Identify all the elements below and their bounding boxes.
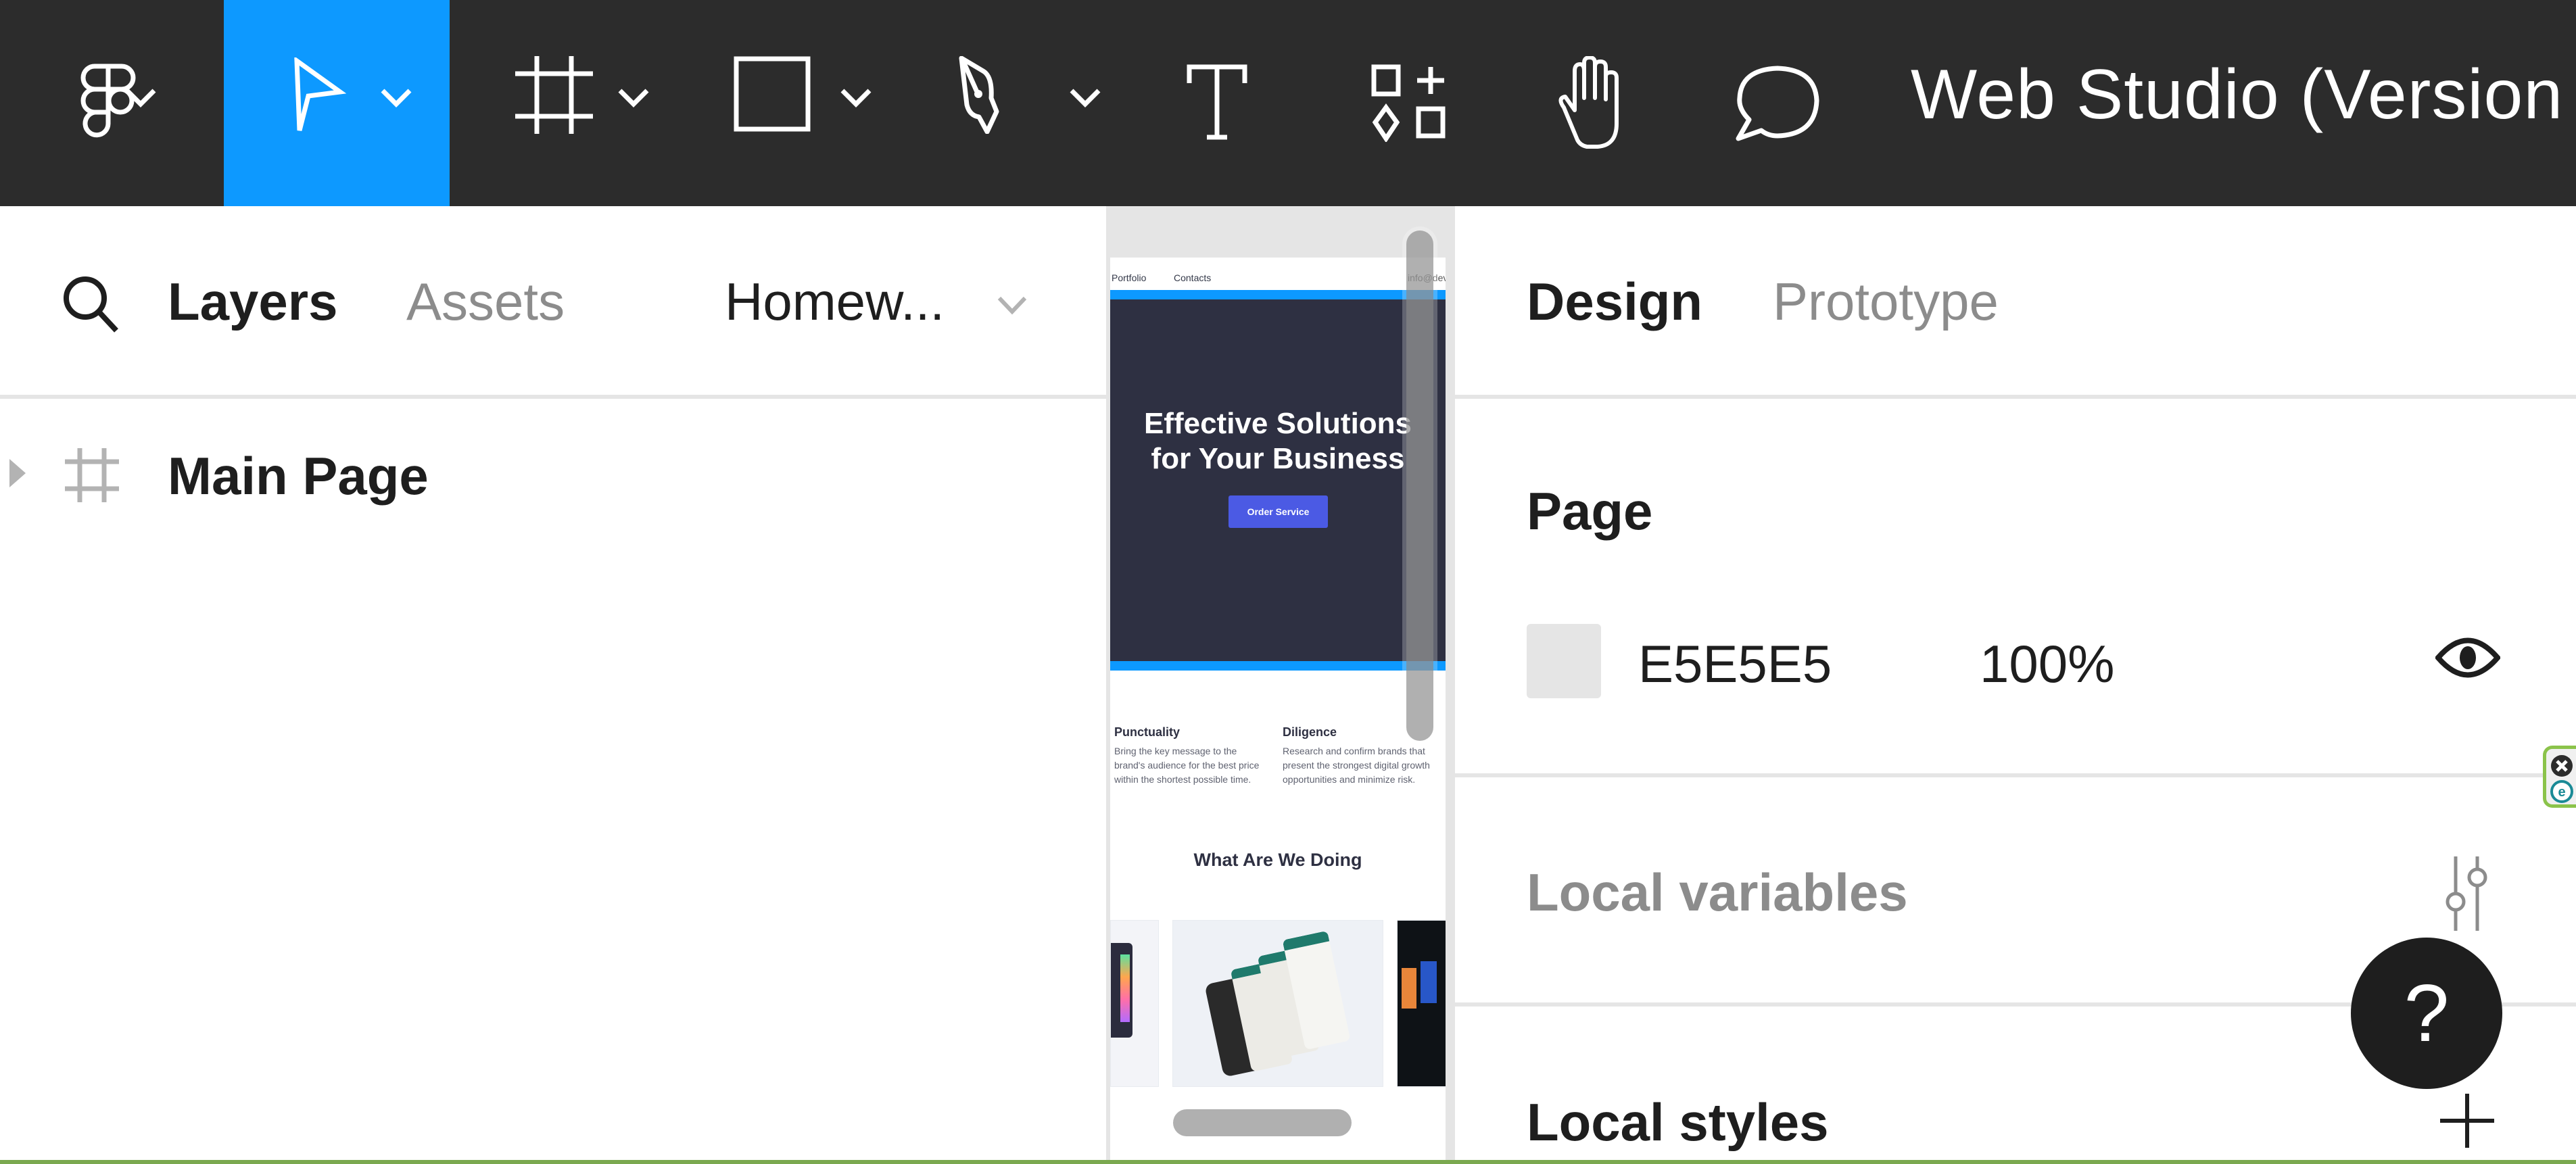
feature-title: Punctuality	[1114, 725, 1180, 739]
order-service-button: Order Service	[1229, 495, 1328, 528]
panel-divider	[1455, 773, 2576, 777]
frame-tool-button[interactable]	[500, 0, 663, 206]
feature-text: Research and confirm brands that present…	[1283, 746, 1430, 785]
text-icon	[1187, 64, 1247, 140]
chevron-down-icon	[997, 296, 1027, 315]
page-section-title: Page	[1527, 481, 1653, 541]
horizontal-scrollbar[interactable]	[1173, 1109, 1352, 1136]
comment-tool-button[interactable]	[1734, 0, 1822, 206]
main-page-frame[interactable]: Portfolio Contacts info@dev Effective So…	[1110, 258, 1446, 1161]
hero-title-line2: for Your Business	[1151, 442, 1405, 475]
canvas[interactable]: Portfolio Contacts info@dev Effective So…	[1106, 206, 1451, 1161]
pen-icon	[959, 56, 999, 134]
laptop-screen-thumb	[1402, 968, 1416, 1009]
layer-name: Main Page	[168, 446, 429, 506]
layer-row[interactable]: Main Page	[0, 429, 1106, 517]
help-button[interactable]: ?	[2351, 938, 2502, 1089]
move-cursor-icon	[294, 57, 347, 131]
variables-icon[interactable]	[2437, 856, 2498, 931]
tab-prototype[interactable]: Prototype	[1773, 271, 1999, 333]
resources-icon	[1371, 64, 1445, 142]
selection-bar-top	[1110, 290, 1446, 299]
feature-title: Diligence	[1283, 725, 1337, 739]
panel-divider	[0, 395, 1106, 399]
browser-extension-widget[interactable]: e	[2543, 746, 2576, 808]
hand-tool-button[interactable]	[1548, 0, 1636, 206]
chevron-down-icon	[1070, 89, 1101, 107]
toolbar: Web Studio (Version 4	[0, 0, 2576, 206]
local-styles-title: Local styles	[1527, 1092, 1829, 1152]
plus-icon[interactable]	[2440, 1094, 2494, 1148]
search-icon[interactable]	[61, 274, 122, 335]
chevron-down-icon	[125, 89, 156, 107]
rectangle-icon	[734, 56, 811, 132]
resources-tool-button[interactable]	[1366, 0, 1454, 206]
text-tool-button[interactable]	[1176, 0, 1258, 206]
frame-icon	[515, 56, 593, 134]
portfolio-card-center	[1172, 920, 1383, 1087]
portfolio-card-left	[1110, 920, 1159, 1087]
file-title[interactable]: Web Studio (Version 4	[1911, 0, 2576, 189]
page-color-opacity[interactable]: 100%	[1980, 633, 2115, 695]
hero-section: Effective Solutions for Your Business Or…	[1110, 299, 1446, 661]
tab-layers[interactable]: Layers	[168, 271, 338, 333]
vertical-scrollbar[interactable]	[1406, 231, 1433, 741]
selection-bar-bottom	[1110, 661, 1446, 671]
site-nav: Portfolio Contacts info@dev	[1110, 258, 1446, 290]
chevron-down-icon	[381, 89, 412, 107]
page-selector[interactable]: Homew...	[725, 267, 1049, 341]
eset-logo-icon[interactable]: e	[2550, 780, 2573, 803]
chevron-down-icon	[618, 89, 649, 107]
page-color-hex[interactable]: E5E5E5	[1638, 633, 1832, 695]
bottom-border	[0, 1160, 2576, 1164]
left-panel: Layers Assets Homew... Main Page	[0, 206, 1106, 1161]
close-icon[interactable]	[2550, 754, 2573, 777]
tab-design[interactable]: Design	[1527, 271, 1702, 333]
page-color-swatch[interactable]	[1527, 624, 1601, 698]
pen-tool-button[interactable]	[947, 0, 1109, 206]
section-title: What Are We Doing	[1193, 850, 1362, 870]
comment-icon	[1736, 66, 1819, 141]
svg-text:e: e	[2558, 785, 2565, 800]
monitor-graphic	[1120, 954, 1130, 1022]
nav-link-contacts: Contacts	[1174, 272, 1212, 283]
laptop-screen-thumb	[1421, 961, 1437, 1003]
feature-text: Bring the key message to the brand's aud…	[1114, 746, 1260, 785]
local-variables-title[interactable]: Local variables	[1527, 862, 1908, 923]
page-selector-label: Homew...	[725, 272, 945, 331]
main-menu-button[interactable]	[41, 0, 176, 206]
expand-arrow-icon[interactable]	[8, 458, 28, 489]
eye-icon[interactable]	[2435, 635, 2500, 680]
portfolio-card-right	[1397, 920, 1446, 1087]
chevron-down-icon	[840, 89, 872, 107]
move-tool-button[interactable]	[224, 0, 450, 206]
tab-assets[interactable]: Assets	[406, 271, 565, 333]
frame-icon	[65, 448, 119, 502]
hero-title-line1: Effective Solutions	[1143, 407, 1412, 440]
panel-divider	[1455, 395, 2576, 399]
nav-link-portfolio: Portfolio	[1112, 272, 1147, 283]
hand-icon	[1558, 55, 1619, 149]
hero-title: Effective Solutions for Your Business	[1110, 406, 1446, 477]
shape-tool-button[interactable]	[717, 0, 879, 206]
